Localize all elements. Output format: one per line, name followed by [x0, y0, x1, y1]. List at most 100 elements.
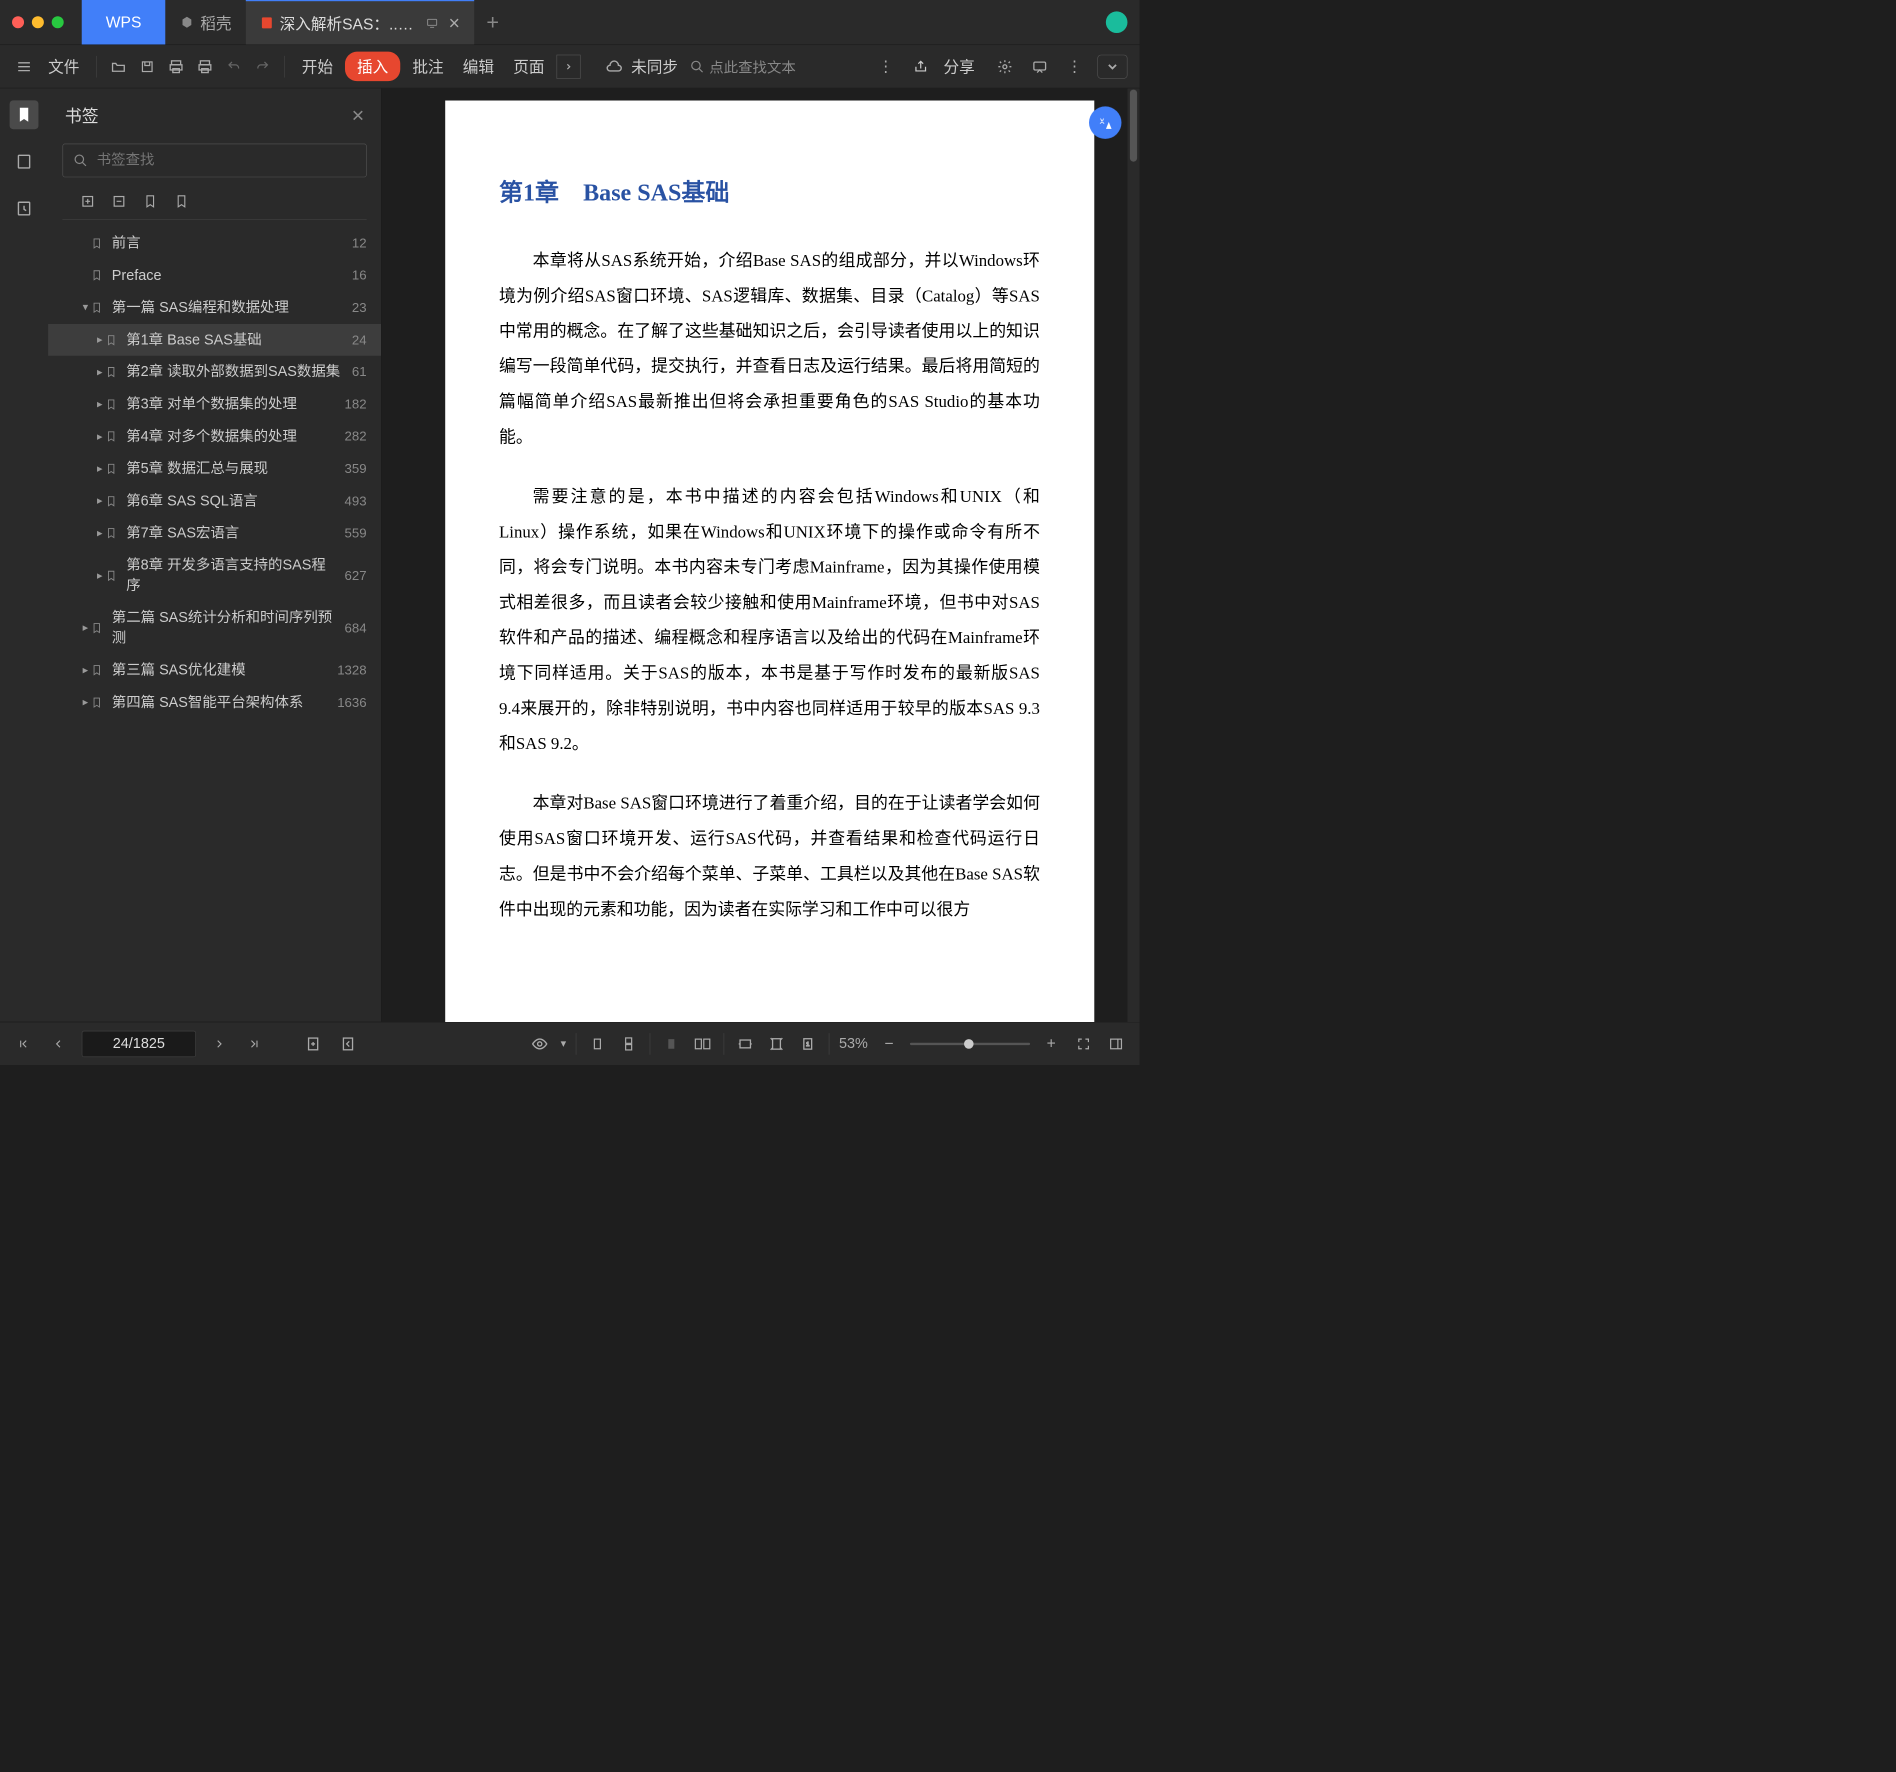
- file-menu[interactable]: 文件: [41, 55, 87, 77]
- two-page-icon[interactable]: [691, 1032, 714, 1055]
- bookmark-page: 1636: [337, 695, 366, 711]
- user-avatar[interactable]: [1106, 11, 1128, 33]
- scrollbar-thumb[interactable]: [1130, 90, 1137, 162]
- feedback-icon[interactable]: [1028, 54, 1052, 78]
- extract-page-button[interactable]: [337, 1032, 360, 1055]
- bookmark-item[interactable]: ▸第二篇 SAS统计分析和时间序列预测684: [48, 602, 381, 654]
- search-icon: [73, 153, 87, 167]
- bookmark-item[interactable]: ▸第四篇 SAS智能平台架构体系1636: [48, 686, 381, 718]
- zoom-slider-thumb[interactable]: [964, 1039, 974, 1049]
- expand-arrow-icon[interactable]: ▸: [94, 569, 106, 582]
- more-icon[interactable]: ⋮: [874, 54, 898, 78]
- expand-all-icon[interactable]: [79, 193, 96, 210]
- side-panel-button[interactable]: [1105, 1032, 1128, 1055]
- new-tab-button[interactable]: +: [486, 10, 499, 35]
- rail-attachments-button[interactable]: [10, 194, 39, 223]
- prev-page-button[interactable]: [47, 1032, 70, 1055]
- first-page-button[interactable]: [12, 1032, 35, 1055]
- collapse-all-icon[interactable]: [111, 193, 128, 210]
- more-vert-icon[interactable]: ⋮: [1063, 54, 1087, 78]
- fullscreen-button[interactable]: [1072, 1032, 1095, 1055]
- bookmark-item[interactable]: ▸第6章 SAS SQL语言493: [48, 485, 381, 517]
- share-button[interactable]: 分享: [944, 55, 982, 77]
- expand-arrow-icon[interactable]: ▸: [94, 527, 106, 540]
- print-preview-icon[interactable]: [193, 54, 217, 78]
- fit-page-icon[interactable]: [765, 1032, 788, 1055]
- redo-icon[interactable]: [251, 54, 275, 78]
- expand-arrow-icon[interactable]: ▸: [94, 366, 106, 379]
- last-page-button[interactable]: [243, 1032, 266, 1055]
- maximize-window-button[interactable]: [52, 16, 64, 28]
- expand-arrow-icon[interactable]: ▸: [94, 462, 106, 475]
- zoom-out-button[interactable]: −: [877, 1032, 900, 1055]
- expand-arrow-icon[interactable]: ▸: [79, 664, 91, 677]
- menu-start[interactable]: 开始: [294, 55, 340, 77]
- bookmark-search-input[interactable]: [63, 144, 367, 178]
- rail-bookmarks-button[interactable]: [10, 100, 39, 129]
- document-area: 第1章 Base SAS基础 本章将从SAS系统开始，介绍Base SAS的组成…: [382, 88, 1140, 1021]
- add-page-button[interactable]: [302, 1032, 325, 1055]
- vertical-scrollbar[interactable]: [1127, 88, 1139, 1021]
- actual-size-icon[interactable]: 1: [796, 1032, 819, 1055]
- menu-insert[interactable]: 插入: [345, 52, 400, 81]
- cloud-sync-icon[interactable]: [602, 54, 626, 78]
- minimize-window-button[interactable]: [32, 16, 44, 28]
- dropdown-icon[interactable]: ▾: [561, 1037, 566, 1050]
- close-window-button[interactable]: [12, 16, 24, 28]
- bookmark-item[interactable]: ▸第5章 数据汇总与展现359: [48, 453, 381, 485]
- search-box[interactable]: 点此查找文本: [690, 56, 796, 77]
- tab-wps-home[interactable]: WPS: [82, 0, 166, 44]
- hamburger-icon[interactable]: [12, 54, 36, 78]
- more-menu-button[interactable]: [557, 54, 581, 78]
- expand-ribbon-button[interactable]: [1097, 54, 1127, 78]
- rail-thumbnails-button[interactable]: [10, 147, 39, 176]
- expand-arrow-icon[interactable]: ▾: [79, 301, 91, 314]
- open-icon[interactable]: [106, 54, 130, 78]
- expand-arrow-icon[interactable]: ▸: [79, 622, 91, 635]
- menu-page[interactable]: 页面: [506, 55, 552, 77]
- settings-icon[interactable]: [993, 54, 1017, 78]
- fit-width-icon[interactable]: [734, 1032, 757, 1055]
- menu-edit[interactable]: 编辑: [456, 55, 502, 77]
- add-bookmark-icon[interactable]: [142, 193, 159, 210]
- svg-text:1: 1: [806, 1042, 809, 1048]
- page-number-input[interactable]: [82, 1030, 196, 1056]
- expand-arrow-icon[interactable]: ▸: [94, 495, 106, 508]
- single-page-view-button[interactable]: [586, 1032, 609, 1055]
- single-page-icon[interactable]: [660, 1032, 683, 1055]
- bookmark-item[interactable]: ▾第一篇 SAS编程和数据处理23: [48, 292, 381, 324]
- save-icon[interactable]: [135, 54, 159, 78]
- zoom-slider[interactable]: [910, 1042, 1030, 1044]
- bookmark-item[interactable]: ▸第4章 对多个数据集的处理282: [48, 420, 381, 452]
- expand-arrow-icon[interactable]: ▸: [94, 430, 106, 443]
- undo-icon[interactable]: [222, 54, 246, 78]
- expand-arrow-icon[interactable]: ▸: [94, 398, 106, 411]
- expand-arrow-icon[interactable]: ▸: [79, 696, 91, 709]
- bookmark-item[interactable]: ▸第8章 开发多语言支持的SAS程序627: [48, 549, 381, 601]
- next-page-button[interactable]: [208, 1032, 231, 1055]
- panel-close-button[interactable]: ×: [352, 103, 365, 128]
- zoom-in-button[interactable]: +: [1040, 1032, 1063, 1055]
- expand-arrow-icon[interactable]: ▸: [94, 334, 106, 347]
- sync-status[interactable]: 未同步: [631, 55, 685, 77]
- bookmark-item[interactable]: ▸第7章 SAS宏语言559: [48, 517, 381, 549]
- bookmark-item[interactable]: Preface16: [48, 259, 381, 291]
- menu-annotate[interactable]: 批注: [405, 55, 451, 77]
- tab-document[interactable]: 深入解析SAS：...业应用_.pdf ×: [246, 0, 474, 44]
- eye-mode-button[interactable]: [528, 1032, 551, 1055]
- share-icon[interactable]: [909, 54, 933, 78]
- zoom-level[interactable]: 53%: [839, 1035, 868, 1052]
- bookmark-item[interactable]: 前言12: [48, 227, 381, 259]
- bookmark-outline-icon[interactable]: [173, 193, 190, 210]
- document-scroll[interactable]: 第1章 Base SAS基础 本章将从SAS系统开始，介绍Base SAS的组成…: [382, 88, 1140, 1021]
- translate-float-button[interactable]: [1089, 106, 1121, 138]
- bookmark-item[interactable]: ▸第2章 读取外部数据到SAS数据集61: [48, 356, 381, 388]
- bookmark-item[interactable]: ▸第1章 Base SAS基础24: [48, 324, 381, 356]
- print-icon[interactable]: [164, 54, 188, 78]
- close-tab-button[interactable]: ×: [449, 12, 460, 34]
- continuous-view-button[interactable]: [617, 1032, 640, 1055]
- bookmark-item[interactable]: ▸第3章 对单个数据集的处理182: [48, 388, 381, 420]
- tab-docer[interactable]: 稻壳: [165, 0, 246, 44]
- device-icon[interactable]: [426, 16, 438, 30]
- bookmark-item[interactable]: ▸第三篇 SAS优化建模1328: [48, 654, 381, 686]
